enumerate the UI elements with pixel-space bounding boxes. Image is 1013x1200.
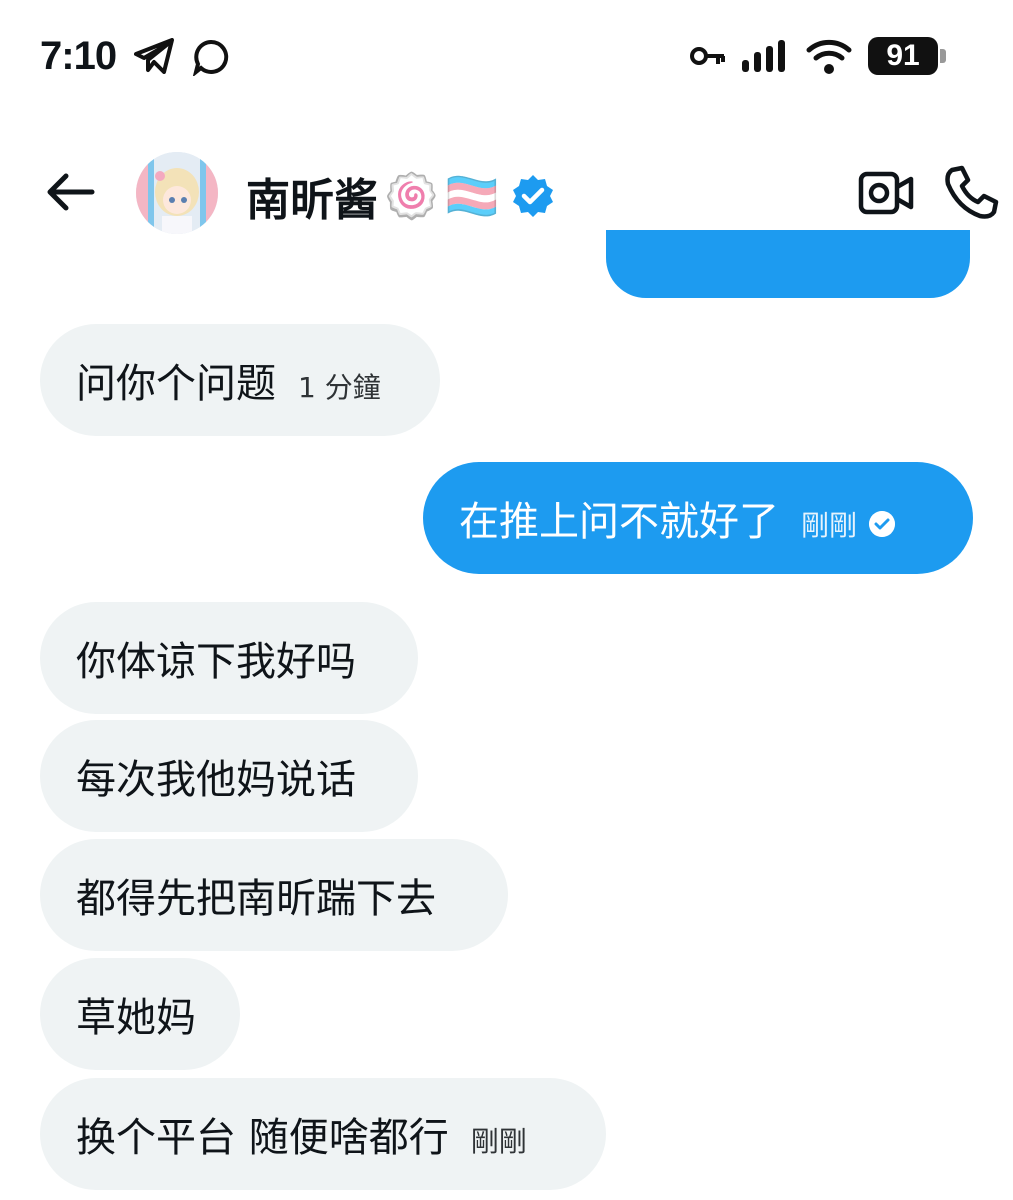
read-receipt-icon <box>869 511 896 537</box>
avatar[interactable] <box>136 152 218 234</box>
back-arrow-icon[interactable] <box>40 168 100 216</box>
message-bubble-incoming[interactable]: 草她妈 <box>40 958 240 1070</box>
phone-call-icon[interactable] <box>944 164 1000 220</box>
battery-icon: 91 <box>868 37 946 75</box>
message-text: 问你个问题 <box>76 361 276 407</box>
battery-level: 91 <box>886 39 920 72</box>
message-text: 在推上问不就好了 <box>459 499 779 545</box>
trans-flag-emoji: 🏳️‍⚧️ <box>444 171 500 222</box>
verified-badge-icon <box>512 175 553 217</box>
message-bubble-incoming[interactable]: 都得先把南昕踹下去 <box>40 839 508 951</box>
message-text: 草她妈 <box>76 995 196 1041</box>
chat-bubble-icon <box>192 39 229 76</box>
message-timestamp: 剛剛 <box>801 509 858 542</box>
message-timestamp: 1 分鐘 <box>298 371 381 404</box>
message-text: 每次我他妈说话 <box>76 757 356 803</box>
video-call-icon[interactable] <box>858 168 914 218</box>
message-text: 都得先把南昕踹下去 <box>76 876 436 922</box>
wifi-icon <box>806 39 852 74</box>
message-bubble-incoming[interactable]: 换个平台 随便啥都行 剛剛 <box>40 1078 606 1190</box>
message-bubble-incoming[interactable]: 你体谅下我好吗 <box>40 602 418 714</box>
telegram-send-icon <box>134 38 174 74</box>
contact-name: 南昕酱 🍥 🏳️‍⚧️ <box>246 164 556 228</box>
contact-name-text: 南昕酱 <box>246 175 378 226</box>
message-text: 你体谅下我好吗 <box>76 639 356 685</box>
status-time: 7:10 <box>40 34 117 78</box>
message-bubble-incoming[interactable]: 每次我他妈说话 <box>40 720 418 832</box>
message-bubble-outgoing[interactable]: 在推上问不就好了 剛剛 <box>423 462 973 574</box>
signal-icon <box>742 40 785 72</box>
vpn-key-icon <box>690 47 725 65</box>
message-text: 换个平台 随便啥都行 <box>76 1115 449 1161</box>
fish-cake-emoji: 🍥 <box>384 171 439 222</box>
status-bar: 7:10 91 <box>0 0 1013 110</box>
previous-outgoing-bubble <box>606 230 970 298</box>
message-bubble-incoming[interactable]: 问你个问题 1 分鐘 <box>40 324 440 436</box>
message-timestamp: 剛剛 <box>470 1125 527 1158</box>
